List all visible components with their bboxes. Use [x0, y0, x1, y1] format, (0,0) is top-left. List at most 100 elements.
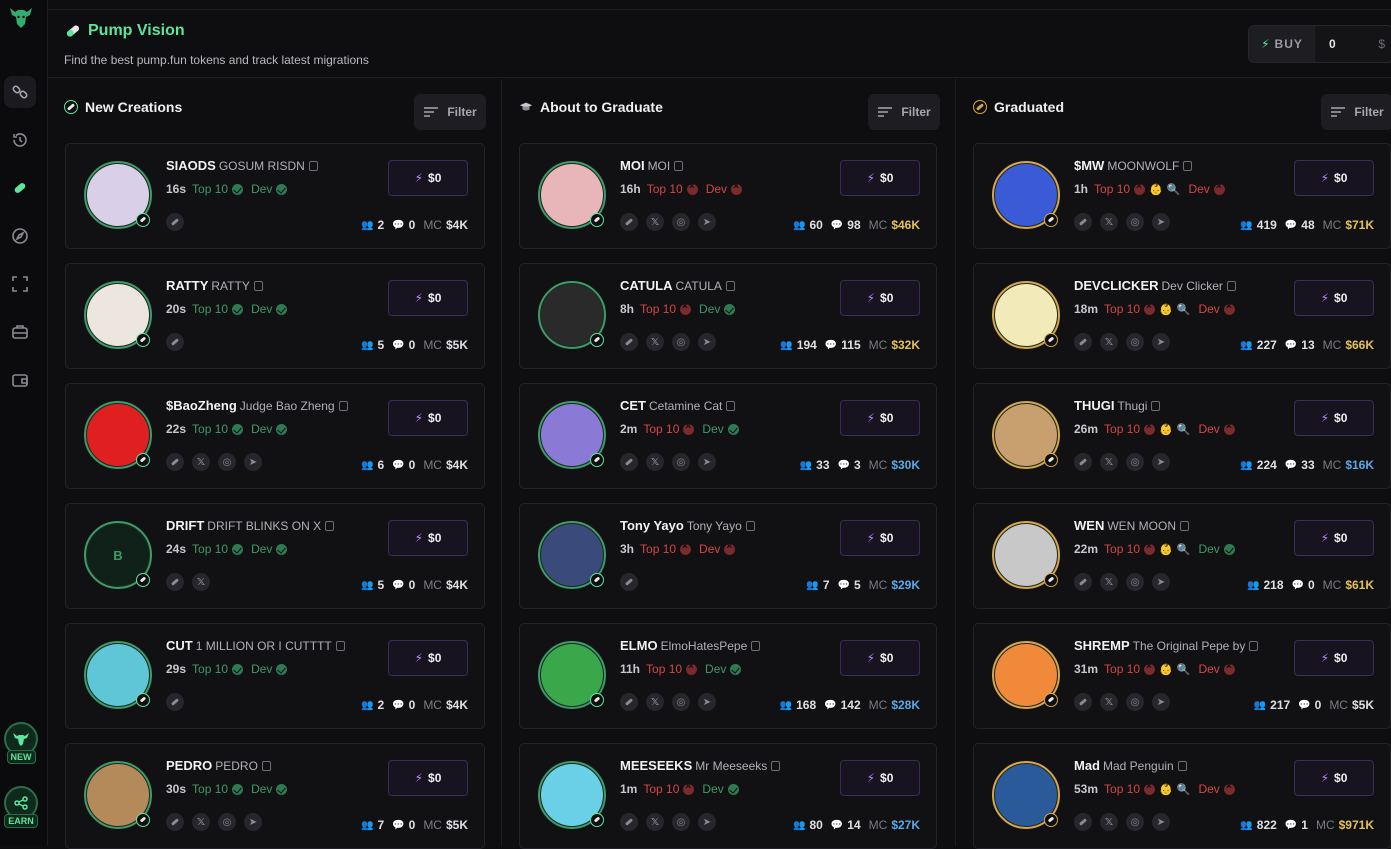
telegram-link-icon[interactable]: ➤ [244, 813, 262, 831]
pump-link-icon[interactable] [620, 693, 638, 711]
token-card[interactable]: CUT 1 MILLION OR I CUTTTT 29s Top 10 Dev … [65, 623, 485, 729]
pump-link-icon[interactable] [1074, 573, 1092, 591]
pump-link-icon[interactable] [166, 693, 184, 711]
pump-link-icon[interactable] [620, 213, 638, 231]
copy-icon[interactable] [745, 521, 755, 531]
bull-logo-icon[interactable] [6, 2, 36, 32]
compass-icon[interactable] [4, 220, 36, 252]
copy-icon[interactable] [325, 521, 335, 531]
new-promo-button[interactable]: NEW [2, 722, 40, 766]
x-link-icon[interactable]: 𝕏 [192, 813, 210, 831]
token-card[interactable]: CETCetamine Cat 2m Top 10 Dev 𝕏 ◎ ➤ 👥33 💬3… [519, 383, 937, 489]
token-card[interactable]: THUGIThugi 26m Top 10 👶🔍 Dev 𝕏 ◎ ➤ 👥224 💬3… [973, 383, 1391, 489]
history-icon[interactable] [4, 124, 36, 156]
copy-icon[interactable] [1180, 521, 1190, 531]
quick-buy-button[interactable]: ⚡ $0 [1294, 640, 1374, 676]
pump-link-icon[interactable] [1074, 693, 1092, 711]
copy-icon[interactable] [726, 401, 736, 411]
pump-link-icon[interactable] [166, 213, 184, 231]
pump-link-icon[interactable] [620, 573, 638, 591]
pill-icon[interactable] [4, 172, 36, 204]
scan-icon[interactable] [4, 268, 36, 300]
pump-link-icon[interactable] [1074, 213, 1092, 231]
token-card[interactable]: WENWEN MOON 22m Top 10 👶🔍 Dev 𝕏 ◎ ➤ 👥218 💬… [973, 503, 1391, 609]
copy-icon[interactable] [1226, 281, 1236, 291]
telegram-link-icon[interactable]: ➤ [1152, 573, 1170, 591]
token-card[interactable]: ELMOElmoHatesPepe 11h Top 10 Dev 𝕏 ◎ ➤ 👥16… [519, 623, 937, 729]
website-link-icon[interactable]: ◎ [672, 813, 690, 831]
telegram-link-icon[interactable]: ➤ [698, 333, 716, 351]
token-card[interactable]: Tony YayoTony Yayo 3h Top 10 Dev 👥7 💬5 M… [519, 503, 937, 609]
telegram-link-icon[interactable]: ➤ [1152, 333, 1170, 351]
token-card[interactable]: DEVCLICKERDev Clicker 18m Top 10 👶🔍 Dev … [973, 263, 1391, 369]
copy-icon[interactable] [338, 401, 348, 411]
quick-buy-button[interactable]: ⚡ $0 [840, 520, 920, 556]
token-card[interactable]: CATULACATULA 8h Top 10 Dev 𝕏 ◎ ➤ 👥194 💬115… [519, 263, 937, 369]
token-card[interactable]: PEDRO PEDRO 30s Top 10 Dev 𝕏 ◎ ➤ 👥 7 💬 0 MC $5… [65, 743, 485, 849]
telegram-link-icon[interactable]: ➤ [1152, 693, 1170, 711]
quick-buy-button[interactable]: ⚡ $0 [388, 520, 468, 556]
x-link-icon[interactable]: 𝕏 [646, 213, 664, 231]
quick-buy-button[interactable]: ⚡ $0 [388, 400, 468, 436]
copy-icon[interactable] [253, 281, 263, 291]
x-link-icon[interactable]: 𝕏 [1100, 453, 1118, 471]
x-link-icon[interactable]: 𝕏 [646, 453, 664, 471]
copy-icon[interactable] [1151, 401, 1161, 411]
quick-buy-button[interactable]: ⚡ $0 [388, 280, 468, 316]
website-link-icon[interactable]: ◎ [1126, 213, 1144, 231]
website-link-icon[interactable]: ◎ [672, 693, 690, 711]
x-link-icon[interactable]: 𝕏 [1100, 333, 1118, 351]
token-card[interactable]: RATTY RATTY 20s Top 10 Dev 👥 5 💬 0 MC $5K ⚡ $… [65, 263, 485, 369]
quick-buy-button[interactable]: ⚡ $0 [1294, 280, 1374, 316]
telegram-link-icon[interactable]: ➤ [1152, 453, 1170, 471]
x-link-icon[interactable]: 𝕏 [1100, 693, 1118, 711]
telegram-link-icon[interactable]: ➤ [1152, 813, 1170, 831]
x-link-icon[interactable]: 𝕏 [1100, 573, 1118, 591]
pump-link-icon[interactable] [620, 813, 638, 831]
quick-buy-button[interactable]: ⚡ $0 [388, 760, 468, 796]
link-icon[interactable] [4, 76, 36, 108]
telegram-link-icon[interactable]: ➤ [698, 693, 716, 711]
x-link-icon[interactable]: 𝕏 [192, 453, 210, 471]
buy-amount-input[interactable]: 0 [1315, 37, 1378, 51]
filter-button[interactable]: Filter [414, 94, 486, 130]
copy-icon[interactable] [1249, 641, 1259, 651]
copy-icon[interactable] [1183, 161, 1193, 171]
telegram-link-icon[interactable]: ➤ [698, 213, 716, 231]
briefcase-icon[interactable] [4, 316, 36, 348]
token-card[interactable]: MEESEEKSMr Meeseeks 1m Top 10 Dev 𝕏 ◎ ➤ 👥8… [519, 743, 937, 849]
quick-buy-button[interactable]: ⚡ $0 [388, 160, 468, 196]
website-link-icon[interactable]: ◎ [218, 813, 236, 831]
x-link-icon[interactable]: 𝕏 [1100, 213, 1118, 231]
pump-link-icon[interactable] [166, 333, 184, 351]
earn-promo-button[interactable]: EARN [2, 786, 40, 830]
pump-link-icon[interactable] [1074, 453, 1092, 471]
x-link-icon[interactable]: 𝕏 [646, 693, 664, 711]
quick-buy-button[interactable]: ⚡ $0 [1294, 520, 1374, 556]
telegram-link-icon[interactable]: ➤ [1152, 213, 1170, 231]
x-link-icon[interactable]: 𝕏 [646, 333, 664, 351]
token-card[interactable]: SIAODS GOSUM RISDN 16s Top 10 Dev 👥 2 💬 0 M… [65, 143, 485, 249]
pump-link-icon[interactable] [166, 573, 184, 591]
pump-link-icon[interactable] [166, 453, 184, 471]
copy-icon[interactable] [308, 161, 318, 171]
quick-buy-button[interactable]: ⚡ $0 [840, 760, 920, 796]
copy-icon[interactable] [261, 761, 271, 771]
pump-link-icon[interactable] [166, 813, 184, 831]
copy-icon[interactable] [674, 161, 684, 171]
quick-buy-button[interactable]: ⚡ $0 [840, 640, 920, 676]
quick-buy-button[interactable]: ⚡ $0 [1294, 400, 1374, 436]
website-link-icon[interactable]: ◎ [1126, 333, 1144, 351]
quick-buy-button[interactable]: ⚡ $0 [840, 400, 920, 436]
website-link-icon[interactable]: ◎ [672, 213, 690, 231]
quick-buy-button[interactable]: ⚡ $0 [840, 160, 920, 196]
pump-link-icon[interactable] [620, 453, 638, 471]
filter-button[interactable]: Filter [868, 94, 940, 130]
x-link-icon[interactable]: 𝕏 [646, 813, 664, 831]
telegram-link-icon[interactable]: ➤ [244, 453, 262, 471]
website-link-icon[interactable]: ◎ [1126, 573, 1144, 591]
buy-mode-button[interactable]: ⚡ BUY [1249, 26, 1315, 62]
telegram-link-icon[interactable]: ➤ [698, 813, 716, 831]
pump-link-icon[interactable] [1074, 813, 1092, 831]
website-link-icon[interactable]: ◎ [1126, 693, 1144, 711]
